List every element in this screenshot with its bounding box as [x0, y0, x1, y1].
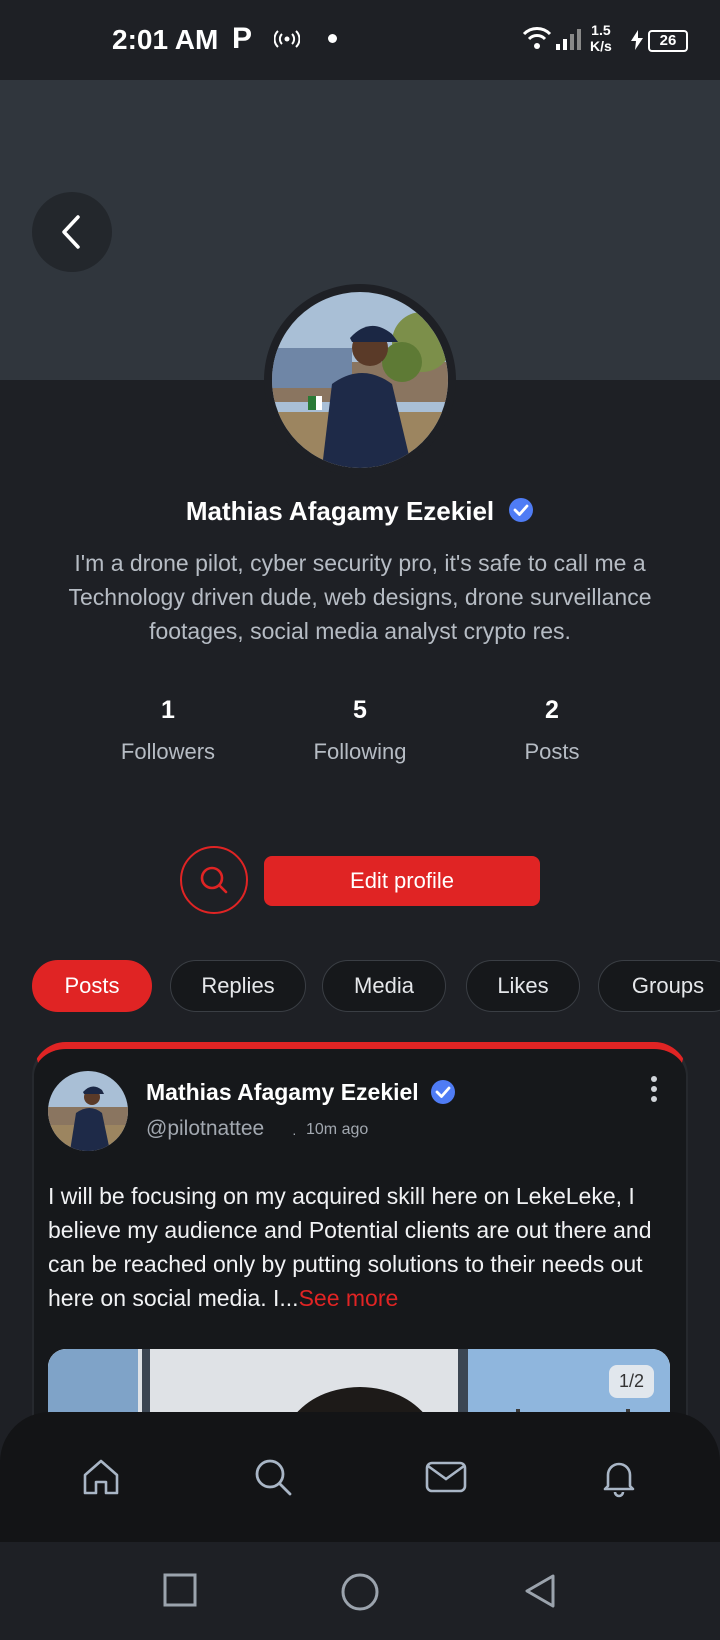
tab-groups[interactable]: Groups	[598, 960, 720, 1012]
post-body: I will be focusing on my acquired skill …	[48, 1179, 658, 1315]
profile-bio: I'm a drone pilot, cyber security pro, i…	[68, 550, 652, 644]
bottom-navigation	[0, 1412, 720, 1542]
charging-icon	[630, 30, 644, 55]
profile-avatar-frame	[264, 284, 456, 476]
notification-dot-icon	[328, 34, 337, 43]
tab-posts[interactable]: Posts	[32, 960, 152, 1012]
status-time: 2:01 AM	[112, 24, 219, 55]
home-icon	[83, 1459, 119, 1495]
back-triangle-icon[interactable]	[522, 1572, 558, 1615]
nav-notifications[interactable]	[598, 1456, 640, 1503]
profile-search-button[interactable]	[180, 846, 248, 914]
media-counter: 1/2	[608, 1365, 654, 1398]
battery-indicator: 26	[648, 30, 688, 52]
network-speed-unit: K/s	[590, 38, 612, 54]
status-bar: 2:01 AM P 1.5 K/s 26	[0, 0, 720, 80]
post-author-avatar[interactable]	[48, 1071, 128, 1151]
stat-posts[interactable]: 2 Posts	[462, 696, 642, 765]
system-navigation-bar	[0, 1542, 720, 1640]
post-timestamp: 10m ago	[306, 1121, 369, 1138]
search-icon	[200, 866, 228, 894]
verified-badge-icon	[430, 1079, 456, 1110]
stat-value: 1	[161, 696, 175, 724]
meta-separator: ·	[292, 1125, 297, 1141]
nav-search[interactable]	[252, 1456, 294, 1503]
network-speed: 1.5 K/s	[590, 22, 612, 54]
stat-following[interactable]: 5 Following	[270, 696, 450, 765]
profile-name: Mathias Afagamy Ezekiel	[185, 496, 495, 526]
stat-label: Followers	[120, 739, 216, 764]
search-icon	[255, 1459, 292, 1496]
tab-media[interactable]: Media	[322, 960, 446, 1012]
tab-likes[interactable]: Likes	[466, 960, 580, 1012]
post-card[interactable]: Mathias Afagamy Ezekiel @pilotnattee · 1…	[32, 1042, 688, 1462]
parking-app-icon: P	[232, 22, 253, 55]
bell-icon	[603, 1462, 635, 1498]
hotspot-icon	[273, 30, 301, 53]
mail-icon	[425, 1461, 467, 1493]
network-speed-value: 1.5	[591, 22, 611, 38]
edit-profile-button[interactable]: Edit profile	[264, 856, 540, 906]
stat-followers[interactable]: 1 Followers	[78, 696, 258, 765]
stat-value: 2	[545, 696, 559, 724]
profile-name-row: Mathias Afagamy Ezekiel	[0, 496, 720, 530]
verified-badge-icon	[508, 497, 534, 530]
post-author-name[interactable]: Mathias Afagamy Ezekiel	[146, 1079, 419, 1106]
profile-tabs: Posts Replies Media Likes Groups	[32, 960, 720, 1014]
more-vertical-icon[interactable]	[650, 1075, 658, 1108]
stat-label: Posts	[524, 739, 580, 764]
home-circle-icon[interactable]	[340, 1572, 380, 1617]
tab-replies[interactable]: Replies	[170, 960, 306, 1012]
see-more-link[interactable]: See more	[299, 1285, 399, 1311]
stat-label: Following	[313, 739, 407, 764]
recents-square-icon[interactable]	[162, 1572, 198, 1613]
back-button[interactable]	[32, 192, 112, 272]
chevron-left-icon	[62, 215, 80, 249]
nav-home[interactable]	[80, 1456, 122, 1503]
nav-messages[interactable]	[424, 1456, 468, 1503]
post-author-handle: @pilotnattee	[146, 1117, 265, 1140]
stat-value: 5	[353, 696, 367, 724]
wifi-signal-icon	[522, 26, 584, 57]
profile-avatar[interactable]	[272, 292, 448, 468]
